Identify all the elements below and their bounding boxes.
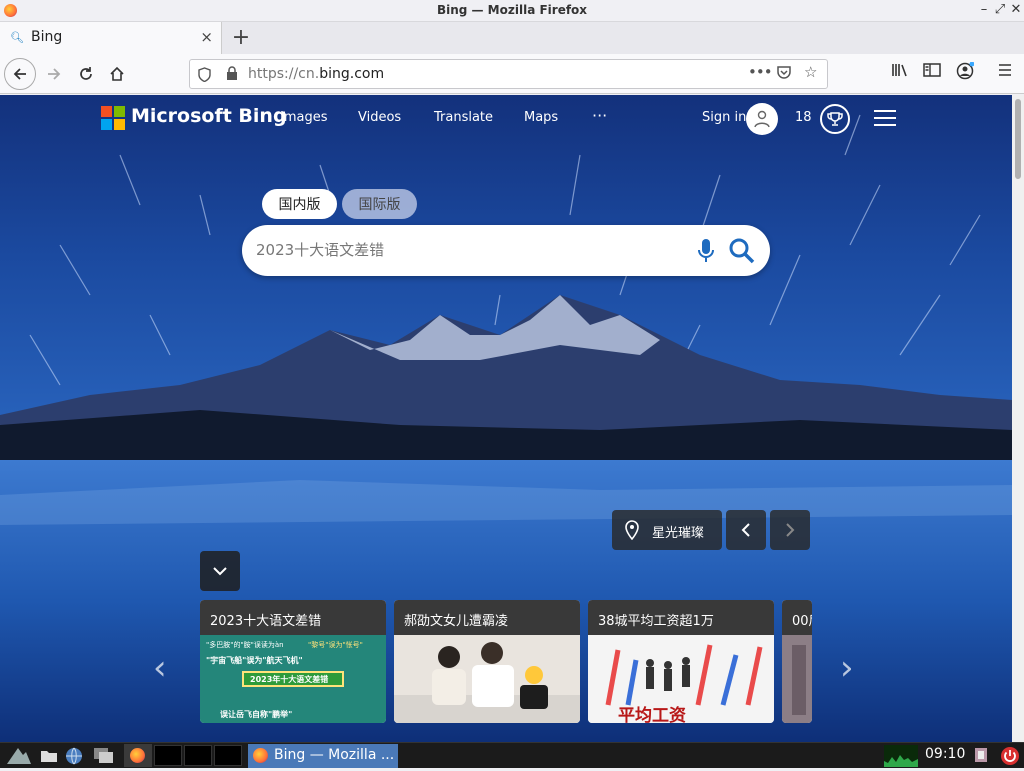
nav-translate[interactable]: Translate <box>434 110 493 125</box>
account-icon[interactable] <box>956 61 975 84</box>
power-icon[interactable] <box>1000 746 1020 768</box>
maximize-icon[interactable]: ⤢ <box>992 2 1008 17</box>
url-bar[interactable]: https://cn.bing.com ••• ☆ <box>189 59 828 89</box>
news-card[interactable]: 00后 <box>782 600 812 723</box>
tab-domestic-version[interactable]: 国内版 <box>262 189 337 219</box>
news-card-title: 2023十大语文差错 <box>200 600 386 635</box>
home-icon <box>110 66 124 81</box>
bing-header: Microsoft Bing Images Videos Translate M… <box>0 95 1012 143</box>
news-card[interactable]: 2023十大语文差错 "多巴胺"的"胺"误读为àn "黎号"误为"怅号" "宇宙… <box>200 600 386 723</box>
firefox-icon <box>253 748 268 763</box>
microsoft-logo[interactable] <box>101 106 125 130</box>
back-button[interactable] <box>4 58 36 90</box>
card1-line-1: "多巴胺"的"胺"误读为àn <box>206 640 284 649</box>
scrollbar-thumb[interactable] <box>1015 99 1021 179</box>
card1-line-4: 2023年十大语文差错 <box>250 674 328 684</box>
sign-in-link[interactable]: Sign in <box>702 110 746 125</box>
tab-label: Bing <box>31 29 63 45</box>
location-label: 星光璀璨 <box>652 526 705 541</box>
image-location-button[interactable]: 星光璀璨 <box>612 510 722 550</box>
workspace-3[interactable] <box>214 745 242 766</box>
tab-bing[interactable]: 🔍︎ Bing × <box>0 22 222 54</box>
chevron-left-icon <box>741 523 750 537</box>
bing-brand[interactable]: Microsoft Bing <box>131 105 287 127</box>
news-card[interactable]: 郝劭文女儿遭霸凌 <box>394 600 580 723</box>
nav-maps[interactable]: Maps <box>524 110 558 125</box>
tab-close-icon[interactable]: × <box>200 28 213 46</box>
file-manager-icon[interactable] <box>40 748 58 770</box>
page-scrollbar[interactable] <box>1012 95 1024 742</box>
workspace-1[interactable] <box>154 745 182 766</box>
new-tab-button[interactable]: + <box>230 25 252 50</box>
trophy-icon[interactable] <box>820 104 850 134</box>
home-button[interactable] <box>103 60 131 88</box>
firefox-launcher-icon[interactable] <box>124 744 152 767</box>
nav-more[interactable]: ··· <box>592 106 607 125</box>
page-actions-icon[interactable]: ••• <box>748 63 773 81</box>
card1-line-5: 误让岳飞自称"鹏举" <box>220 709 292 719</box>
start-menu-icon[interactable] <box>6 746 32 768</box>
news-card-image <box>782 635 812 723</box>
sidebar-icon[interactable] <box>923 62 941 82</box>
arrow-left-icon <box>13 68 26 80</box>
forward-button[interactable] <box>40 60 68 88</box>
card1-line-2: "黎号"误为"怅号" <box>308 640 363 649</box>
news-card-image: "多巴胺"的"胺"误读为àn "黎号"误为"怅号" "宇宙飞船"误为"航天飞机"… <box>200 635 386 723</box>
rewards-points[interactable]: 18 <box>795 110 812 125</box>
search-favicon-icon: 🔍︎ <box>10 31 24 44</box>
news-card[interactable]: 38城平均工资超1万 平均工资 <box>588 600 774 723</box>
arrow-right-icon <box>48 68 61 80</box>
library-icon[interactable] <box>891 62 909 82</box>
card3-image-text: 平均工资 <box>618 705 686 723</box>
news-card-title: 38城平均工资超1万 <box>588 600 774 635</box>
prev-image-button[interactable] <box>726 510 766 550</box>
url-text[interactable]: https://cn.bing.com <box>248 66 384 82</box>
page-content: Microsoft Bing Images Videos Translate M… <box>0 95 1012 742</box>
window-titlebar: Bing — Mozilla Firefox – ⤢ ✕ <box>0 0 1024 22</box>
chevron-right-icon <box>786 523 795 537</box>
news-card-image <box>394 635 580 723</box>
card1-line-3: "宇宙飞船"误为"航天飞机" <box>206 655 303 665</box>
next-image-button[interactable] <box>770 510 810 550</box>
microphone-icon[interactable] <box>696 237 716 265</box>
news-card-title: 00后 <box>782 600 812 635</box>
volume-icon[interactable] <box>973 747 991 769</box>
close-window-icon[interactable]: ✕ <box>1008 2 1024 17</box>
carousel-next-icon[interactable]: › <box>840 648 854 688</box>
web-browser-icon[interactable] <box>64 746 84 768</box>
search-box <box>242 225 770 276</box>
search-input[interactable] <box>256 235 676 265</box>
taskbar-window-label: Bing — Mozilla ... <box>274 747 395 763</box>
clock: 09:10 <box>925 746 966 762</box>
app-menu-icon[interactable] <box>997 62 1013 81</box>
news-card-image: 平均工资 <box>588 635 774 723</box>
show-desktop-icon[interactable] <box>93 747 115 769</box>
search-icon[interactable] <box>728 237 756 265</box>
nav-videos[interactable]: Videos <box>358 110 401 125</box>
navigation-bar: https://cn.bing.com ••• ☆ <box>0 54 1024 94</box>
pocket-icon[interactable] <box>776 64 792 84</box>
news-card-title: 郝劭文女儿遭霸凌 <box>394 600 580 635</box>
chevron-down-icon <box>213 567 227 576</box>
lock-icon[interactable] <box>226 66 238 84</box>
nav-images[interactable]: Images <box>280 110 328 125</box>
reload-icon <box>80 67 92 80</box>
taskbar: Bing — Mozilla ... 09:10 <box>0 742 1024 768</box>
tab-international-version[interactable]: 国际版 <box>342 189 417 219</box>
reload-button[interactable] <box>72 60 100 88</box>
location-pin-icon <box>625 520 639 540</box>
window-title: Bing — Mozilla Firefox <box>436 3 588 17</box>
bookmark-star-icon[interactable]: ☆ <box>804 63 817 81</box>
minimize-icon[interactable]: – <box>976 2 992 17</box>
tracking-shield-icon[interactable] <box>198 67 211 85</box>
carousel-prev-icon[interactable]: ‹ <box>153 648 167 688</box>
avatar-icon[interactable] <box>746 103 778 135</box>
workspace-2[interactable] <box>184 745 212 766</box>
collapse-feed-button[interactable] <box>200 551 240 591</box>
tab-bar: 🔍︎ Bing × + <box>0 22 1024 54</box>
cpu-monitor-graph <box>884 745 918 767</box>
hamburger-menu-icon[interactable] <box>874 110 896 126</box>
taskbar-firefox-window[interactable]: Bing — Mozilla ... <box>248 744 398 768</box>
